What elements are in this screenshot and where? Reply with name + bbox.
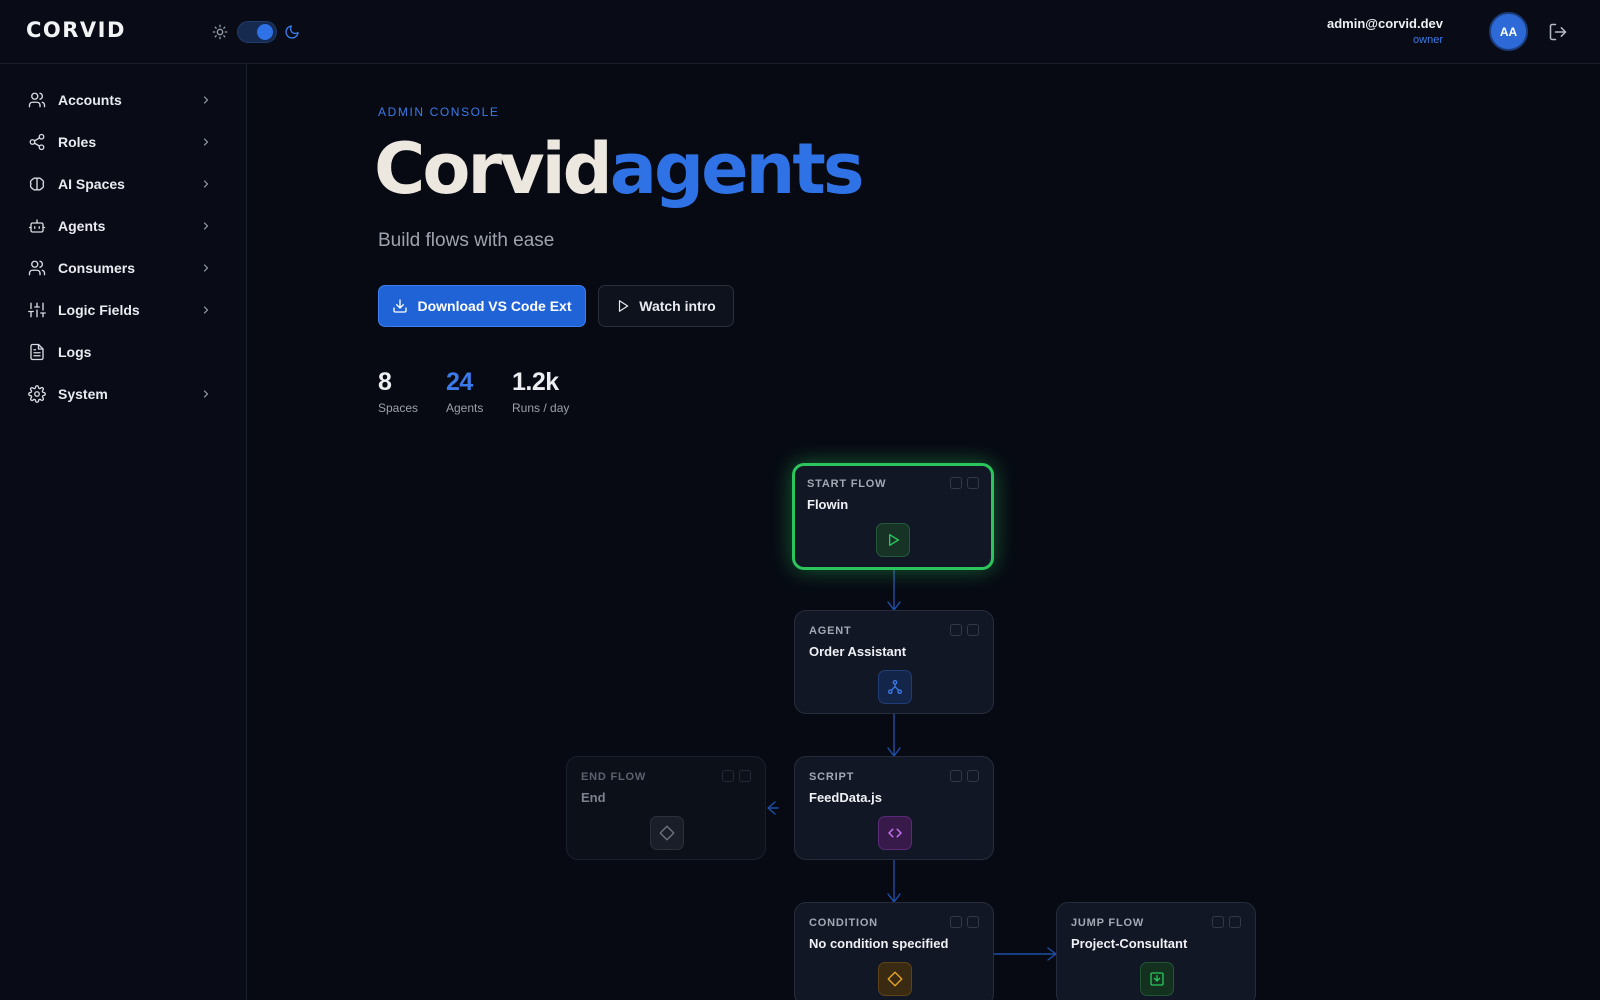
sidebar-item-label: Consumers xyxy=(58,260,136,276)
share-icon xyxy=(29,133,45,151)
flow-node-condition[interactable]: CONDITION No condition specified xyxy=(794,902,994,1000)
user-role: owner xyxy=(1413,34,1443,46)
chevron-right-icon xyxy=(203,306,209,314)
sidebar-item-consumers[interactable]: Consumers xyxy=(28,256,218,280)
app-logo[interactable]: CORVID xyxy=(26,18,126,42)
sidebar-item-label: Roles xyxy=(58,134,97,150)
node-handle[interactable] xyxy=(967,477,979,489)
node-handle[interactable] xyxy=(967,624,979,636)
node-handles xyxy=(1212,916,1241,928)
flow-node-agent[interactable]: AGENT Order Assistant xyxy=(794,610,994,714)
node-type: START FLOW xyxy=(807,478,887,490)
theme-switch-knob xyxy=(257,24,273,40)
theme-switch[interactable] xyxy=(237,21,277,43)
edge-script-condition xyxy=(887,859,901,903)
users-icon xyxy=(28,92,46,108)
chevron-right-icon xyxy=(203,222,209,230)
diamond-icon xyxy=(650,816,684,850)
logout-icon[interactable] xyxy=(1548,22,1568,42)
network-icon xyxy=(878,670,912,704)
bot-icon xyxy=(28,219,46,233)
node-handle[interactable] xyxy=(950,770,962,782)
diamond-icon xyxy=(878,962,912,996)
user-info: admin@corvid.dev owner xyxy=(1327,16,1443,46)
chevron-right-icon xyxy=(203,96,209,104)
sidebar-item-accounts[interactable]: Accounts xyxy=(28,88,218,112)
node-type: END FLOW xyxy=(581,771,647,783)
node-title: FeedData.js xyxy=(809,790,882,805)
node-title: Order Assistant xyxy=(809,644,907,659)
node-handle[interactable] xyxy=(950,916,962,928)
sidebar-item-label: AI Spaces xyxy=(58,176,125,192)
node-handles xyxy=(950,477,979,489)
node-handles xyxy=(950,916,979,928)
node-title: End xyxy=(581,790,606,805)
gear-icon xyxy=(28,385,46,403)
node-type: CONDITION xyxy=(809,917,878,929)
sidebar-item-logs[interactable]: Logs xyxy=(28,340,218,364)
sidebar-item-logic-fields[interactable]: Logic Fields xyxy=(28,298,218,322)
avatar[interactable]: AA xyxy=(1489,12,1528,51)
user-email: admin@corvid.dev xyxy=(1327,16,1443,31)
chevron-right-icon xyxy=(203,138,209,146)
sliders-icon xyxy=(28,302,46,318)
sidebar-item-label: Accounts xyxy=(58,92,122,108)
code-icon xyxy=(878,816,912,850)
node-title: Project-Consultant xyxy=(1071,936,1188,951)
edge-script-end xyxy=(767,801,779,815)
sidebar-item-label: Logic Fields xyxy=(58,302,140,318)
main-content: ADMIN CONSOLE Corvidagents Build flows w… xyxy=(248,64,1600,1000)
node-handles xyxy=(950,624,979,636)
sidebar-item-ai-spaces[interactable]: AI Spaces xyxy=(28,172,218,196)
brain-icon xyxy=(29,177,45,191)
top-bar: CORVID admin@corvid.dev owner AA xyxy=(0,0,1600,64)
moon-icon xyxy=(285,25,299,39)
sidebar-item-label: Logs xyxy=(58,344,92,360)
node-handle[interactable] xyxy=(967,770,979,782)
jump-icon xyxy=(1140,962,1174,996)
flow-node-script[interactable]: SCRIPT FeedData.js xyxy=(794,756,994,860)
sidebar: Accounts Roles AI Spaces Agents Consumer… xyxy=(0,64,247,1000)
node-handles xyxy=(950,770,979,782)
node-title: No condition specified xyxy=(809,936,949,951)
flow-node-start[interactable]: START FLOW Flowin xyxy=(792,463,994,570)
sidebar-item-label: Agents xyxy=(58,218,106,234)
node-handle[interactable] xyxy=(950,477,962,489)
file-text-icon xyxy=(30,343,44,361)
chevron-right-icon xyxy=(203,264,209,272)
flow-node-jump[interactable]: JUMP FLOW Project-Consultant xyxy=(1056,902,1256,1000)
sidebar-item-label: System xyxy=(58,386,108,402)
node-type: SCRIPT xyxy=(809,771,855,783)
edge-condition-jump xyxy=(993,947,1057,961)
node-handle[interactable] xyxy=(950,624,962,636)
node-handles xyxy=(722,770,751,782)
flow-node-end[interactable]: END FLOW End xyxy=(566,756,766,860)
chevron-right-icon xyxy=(203,390,209,398)
users-icon xyxy=(28,260,46,276)
play-icon xyxy=(876,523,910,557)
node-handle[interactable] xyxy=(1229,916,1241,928)
sidebar-item-roles[interactable]: Roles xyxy=(28,130,218,154)
sidebar-item-system[interactable]: System xyxy=(28,382,218,406)
sidebar-item-agents[interactable]: Agents xyxy=(28,214,218,238)
sun-icon xyxy=(212,24,228,40)
node-handle[interactable] xyxy=(739,770,751,782)
node-handle[interactable] xyxy=(967,916,979,928)
node-handle[interactable] xyxy=(722,770,734,782)
node-type: JUMP FLOW xyxy=(1071,917,1144,929)
edge-agent-script xyxy=(887,713,901,757)
node-title: Flowin xyxy=(807,497,849,512)
edge-start-agent xyxy=(887,569,901,611)
node-handle[interactable] xyxy=(1212,916,1224,928)
chevron-right-icon xyxy=(203,180,209,188)
node-type: AGENT xyxy=(809,625,852,637)
